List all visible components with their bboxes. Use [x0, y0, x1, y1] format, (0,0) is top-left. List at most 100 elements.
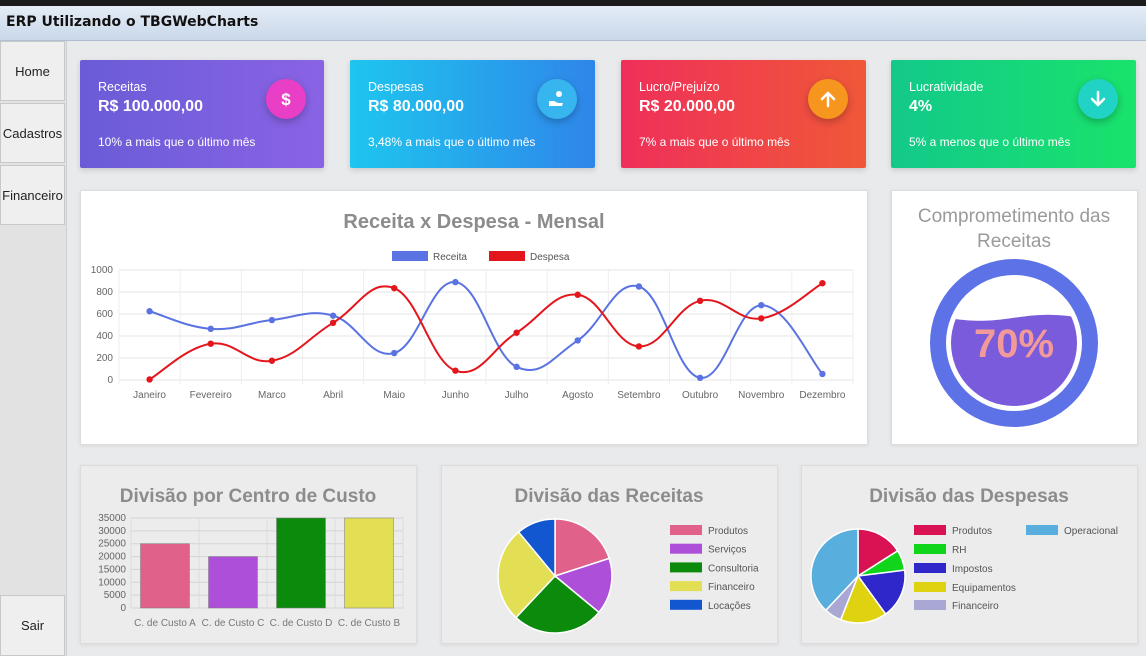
arrow-down-icon: [1078, 79, 1118, 119]
bar-chart-ytick: 25000: [98, 539, 126, 550]
pie-legend-label: Produtos: [708, 526, 748, 537]
pie-legend-swatch: [670, 581, 702, 592]
pie-legend-label: Financeiro: [952, 601, 999, 612]
line-chart-panel: Receita x Despesa - Mensal Receita Despes…: [80, 190, 868, 445]
pie-legend-swatch: [670, 599, 702, 610]
pie-despesas-panel: Divisão das Despesas Produtos RH Impostos E…: [801, 465, 1138, 644]
line-point-despesa: [513, 329, 520, 336]
dollar-icon: $: [266, 79, 306, 119]
nav-financeiro-button[interactable]: Financeiro: [0, 165, 65, 225]
line-chart-ytick: 400: [96, 331, 113, 342]
bar-chart-ytick: 30000: [98, 526, 126, 537]
pie-legend-swatch: [914, 563, 946, 573]
bar-chart-ytick: 20000: [98, 552, 126, 563]
line-legend-label: Receita: [433, 252, 467, 263]
pie-receitas-title: Divisão das Receitas: [514, 486, 703, 507]
line-chart-ytick: 800: [96, 287, 113, 298]
gauge-panel: Comprometimento das Receitas 70%: [891, 190, 1138, 445]
pie-legend-swatch: [670, 543, 702, 554]
line-point-despesa: [452, 367, 459, 374]
card-value: R$ 80.000,00: [368, 98, 465, 115]
pie-legend-label: Operacional: [1064, 526, 1118, 537]
line-point-receita: [635, 283, 643, 290]
bar-chart-ytick: 15000: [98, 564, 126, 575]
pie-legend-swatch: [1026, 525, 1058, 535]
line-chart-xtick: Marco: [258, 390, 286, 401]
bar: [208, 556, 258, 609]
title-bar: ERP Utilizando o TBGWebCharts: [0, 6, 1146, 41]
line-legend-swatch: [392, 251, 428, 261]
sidebar: Home Cadastros Financeiro Sair: [0, 41, 67, 656]
line-chart-ytick: 200: [96, 353, 113, 364]
card-subtext: 7% a mais que o último mês: [639, 135, 790, 149]
line-point-receita: [391, 349, 398, 357]
line-point-despesa: [574, 291, 581, 298]
pie-legend-label: Equipamentos: [952, 583, 1016, 594]
bar: [344, 517, 394, 609]
line-chart-title: Receita x Despesa - Mensal: [343, 211, 604, 233]
bar-chart-title: Divisão por Centro de Custo: [120, 486, 377, 507]
pie-legend-label: RH: [952, 545, 966, 556]
pie-legend-label: Locações: [708, 601, 751, 612]
line-point-despesa: [696, 297, 704, 304]
pie-legend-swatch: [914, 544, 946, 554]
pie-receitas-panel: Divisão das Receitas Produtos Serviços Con…: [441, 465, 778, 644]
line-chart-xtick: Novembro: [738, 390, 785, 401]
bar-chart-ytick: 10000: [98, 577, 126, 588]
pie-legend-label: Impostos: [952, 564, 993, 575]
line-point-receita: [329, 312, 337, 319]
bar-chart-ytick: 35000: [98, 513, 126, 524]
card-label: Despesas: [368, 80, 424, 94]
arrow-up-icon: [808, 79, 848, 119]
card-receitas: Receitas R$ 100.000,00 10% a mais que o …: [80, 60, 324, 168]
pie-legend-swatch: [670, 562, 702, 573]
line-chart-xtick: Julho: [505, 390, 529, 401]
line-chart-xtick: Maio: [383, 390, 405, 401]
line-chart-xtick: Agosto: [562, 390, 594, 401]
gauge-chart: Comprometimento das Receitas 70%: [918, 206, 1110, 427]
card-value: R$ 100.000,00: [98, 98, 203, 115]
pie-legend-swatch: [670, 525, 702, 535]
pie-receitas-chart: Divisão das Receitas Produtos Serviços Con…: [497, 486, 759, 634]
pie-despesas-chart: Divisão das Despesas Produtos RH Impostos E…: [810, 486, 1118, 624]
card-label: Receitas: [98, 80, 147, 94]
gauge-value-label: 70%: [974, 322, 1054, 366]
line-chart: Receita x Despesa - Mensal Receita Despes…: [91, 211, 854, 401]
gauge-title-line1: Comprometimento das: [918, 206, 1110, 227]
line-legend-swatch: [489, 251, 525, 261]
bar-chart-xtick: C. de Custo B: [338, 618, 401, 629]
line-chart-xtick: Fevereiro: [190, 390, 233, 401]
bar-chart: Divisão por Centro de Custo 0 5000 10000 15…: [98, 486, 404, 629]
line-chart-xtick: Setembro: [617, 390, 661, 401]
line-point-receita: [758, 302, 765, 309]
card-lucro: Lucro/Prejuízo R$ 20.000,00 7% a mais qu…: [621, 60, 866, 168]
bar-chart-xtick: C. de Custo C: [202, 618, 265, 629]
bar-chart-xtick: C. de Custo A: [134, 618, 196, 629]
pie-legend-swatch: [914, 525, 946, 535]
hand-coin-icon: [537, 79, 577, 119]
exit-button[interactable]: Sair: [0, 595, 65, 656]
line-point-despesa: [635, 343, 643, 350]
line-point-despesa: [329, 319, 337, 326]
line-chart-xtick: Dezembro: [799, 390, 846, 401]
card-subtext: 10% a mais que o último mês: [98, 135, 256, 149]
pie-legend-label: Consultoria: [708, 563, 759, 574]
card-subtext: 3,48% a mais que o último mês: [368, 135, 536, 149]
pie-legend-label: Produtos: [952, 526, 992, 537]
line-chart-ytick: 0: [107, 375, 113, 386]
gauge-title-line2: Receitas: [977, 231, 1051, 252]
pie-legend-label: Serviços: [708, 545, 746, 556]
line-chart-xtick: Abril: [323, 390, 343, 401]
pie-despesas-title: Divisão das Despesas: [869, 486, 1069, 507]
line-chart-xtick: Outubro: [682, 390, 719, 401]
nav-home-button[interactable]: Home: [0, 41, 65, 101]
line-point-despesa: [819, 280, 826, 287]
pie-legend-swatch: [914, 582, 946, 592]
card-label: Lucratividade: [909, 80, 984, 94]
nav-cadastros-button[interactable]: Cadastros: [0, 103, 65, 163]
card-despesas: Despesas R$ 80.000,00 3,48% a mais que o…: [350, 60, 595, 168]
card-subtext: 5% a menos que o último mês: [909, 135, 1071, 149]
line-point-despesa: [268, 357, 276, 364]
bar-chart-xtick: C. de Custo D: [270, 618, 333, 629]
pie-legend-swatch: [914, 600, 946, 610]
